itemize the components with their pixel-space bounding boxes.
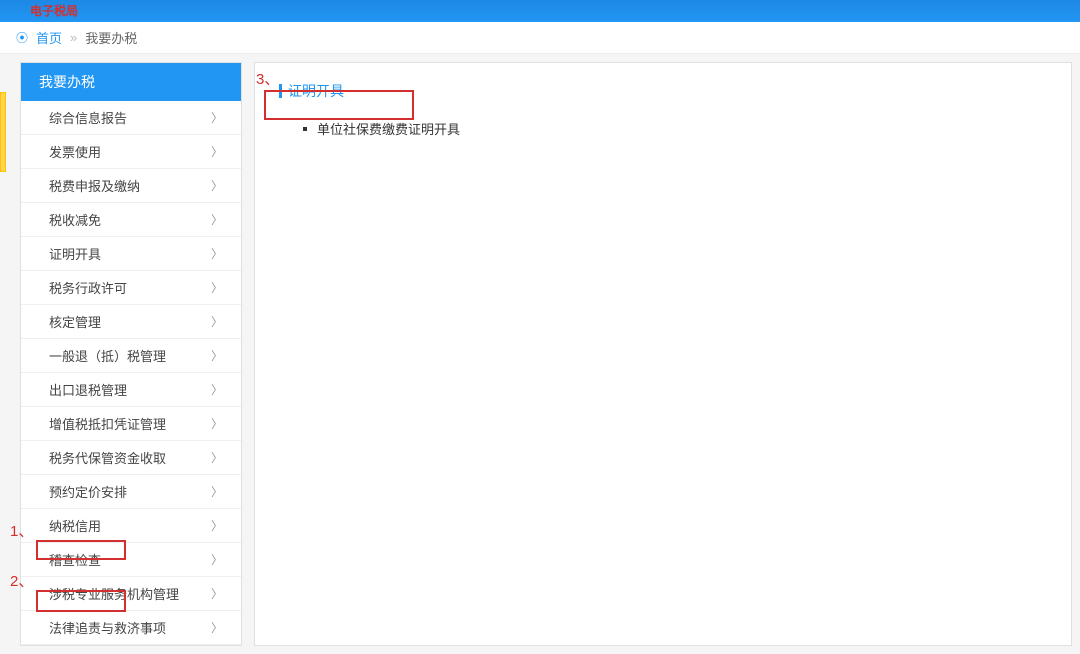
sidebar-item-hdgl[interactable]: 核定管理 〉 xyxy=(21,305,241,339)
menu-label: 涉税专业服务机构管理 xyxy=(49,584,179,603)
menu-label: 发票使用 xyxy=(49,142,101,161)
menu-label: 税务行政许可 xyxy=(49,278,127,297)
content-panel: 证明开具 单位社保费缴费证明开具 xyxy=(254,62,1072,646)
topbar-title: 电子税局 xyxy=(30,2,78,19)
main-layout: 我要办税 综合信息报告〉 发票使用〉 税费申报及缴纳〉 税收减免〉 证明开具〉 … xyxy=(0,54,1080,654)
chevron-right-icon: 〉 xyxy=(211,143,223,160)
sidebar-item-nsxy[interactable]: 纳税信用 〉 xyxy=(21,509,241,543)
location-icon: ⦿ xyxy=(16,29,28,46)
chevron-right-icon: 〉 xyxy=(211,177,223,194)
menu-label: 法律追责与救济事项 xyxy=(49,618,166,637)
menu-label: 核定管理 xyxy=(49,312,101,331)
sidebar-item-cktsgl[interactable]: 出口退税管理 〉 xyxy=(21,373,241,407)
sidebar-item-swdbgzjsq[interactable]: 税务代保管资金收取 〉 xyxy=(21,441,241,475)
chevron-right-icon: 〉 xyxy=(211,551,223,568)
chevron-right-icon: 〉 xyxy=(211,211,223,228)
menu-label: 一般退（抵）税管理 xyxy=(49,346,166,365)
section-title-text: 证明开具 xyxy=(288,81,344,101)
chevron-right-icon: 〉 xyxy=(211,279,223,296)
chevron-right-icon: 〉 xyxy=(211,381,223,398)
sidebar-item-qtfw[interactable]: 其他服务事项〉 xyxy=(21,645,241,646)
sidebar-item-ssjm[interactable]: 税收减免 〉 xyxy=(21,203,241,237)
menu-label: 出口退税管理 xyxy=(49,380,127,399)
menu-label: 综合信息报告 xyxy=(49,108,127,127)
chevron-right-icon: 〉 xyxy=(211,619,223,636)
sidebar-item-sfsbjjn[interactable]: 税费申报及缴纳 〉 xyxy=(21,169,241,203)
menu-label: 税费申报及缴纳 xyxy=(49,176,140,195)
sidebar-item-ybtdsgl[interactable]: 一般退（抵）税管理 〉 xyxy=(21,339,241,373)
sidebar-item-flzz[interactable]: 法律追责与救济事项 〉 xyxy=(21,611,241,645)
breadcrumb-current: 我要办税 xyxy=(85,28,137,47)
menu-label: 税务代保管资金收取 xyxy=(49,448,166,467)
sidebar: 我要办税 综合信息报告〉 发票使用〉 税费申报及缴纳〉 税收减免〉 证明开具〉 … xyxy=(20,62,242,646)
chevron-right-icon: 〉 xyxy=(211,313,223,330)
sidebar-item-zzsdkpzgl[interactable]: 增值税抵扣凭证管理 〉 xyxy=(21,407,241,441)
section-header: 证明开具 xyxy=(279,81,1047,101)
breadcrumb: ⦿ 首页 » 我要办税 xyxy=(0,22,1080,54)
chevron-right-icon: 〉 xyxy=(211,109,223,126)
menu-label: 预约定价安排 xyxy=(49,482,127,501)
menu-label: 纳税信用 xyxy=(49,516,101,535)
menu-label: 稽查检查 xyxy=(49,550,101,569)
menu-label: 增值税抵扣凭证管理 xyxy=(49,414,166,433)
menu-label: 税收减免 xyxy=(49,210,101,229)
yellow-marker xyxy=(0,92,6,172)
section-bar-icon xyxy=(279,84,282,98)
sidebar-item-zmkj[interactable]: 证明开具 〉 xyxy=(21,237,241,271)
content-link-text: 单位社保费缴费证明开具 xyxy=(317,119,460,138)
menu-label: 证明开具 xyxy=(49,244,101,263)
sidebar-header[interactable]: 我要办税 xyxy=(21,63,241,101)
chevron-right-icon: 〉 xyxy=(211,449,223,466)
sidebar-item-yydjaP[interactable]: 预约定价安排 〉 xyxy=(21,475,241,509)
sidebar-item-zhxxbg[interactable]: 综合信息报告 〉 xyxy=(21,101,241,135)
content-link-row[interactable]: 单位社保费缴费证明开具 xyxy=(279,113,1047,144)
chevron-right-icon: 〉 xyxy=(211,585,223,602)
sidebar-item-fpsy[interactable]: 发票使用 〉 xyxy=(21,135,241,169)
chevron-right-icon: 〉 xyxy=(211,245,223,262)
sidebar-item-sszyfw[interactable]: 涉税专业服务机构管理 〉 xyxy=(21,577,241,611)
chevron-right-icon: 〉 xyxy=(211,483,223,500)
breadcrumb-home[interactable]: 首页 xyxy=(36,28,62,47)
chevron-right-icon: 〉 xyxy=(211,517,223,534)
left-strip xyxy=(0,62,8,646)
chevron-right-icon: 〉 xyxy=(211,347,223,364)
bullet-square-icon xyxy=(303,127,307,131)
sidebar-item-jcjc[interactable]: 稽查检查 〉 xyxy=(21,543,241,577)
chevron-right-icon: 〉 xyxy=(211,415,223,432)
breadcrumb-separator: » xyxy=(70,30,77,45)
sidebar-item-swxzxk[interactable]: 税务行政许可 〉 xyxy=(21,271,241,305)
top-bar: 电子税局 xyxy=(0,0,1080,22)
